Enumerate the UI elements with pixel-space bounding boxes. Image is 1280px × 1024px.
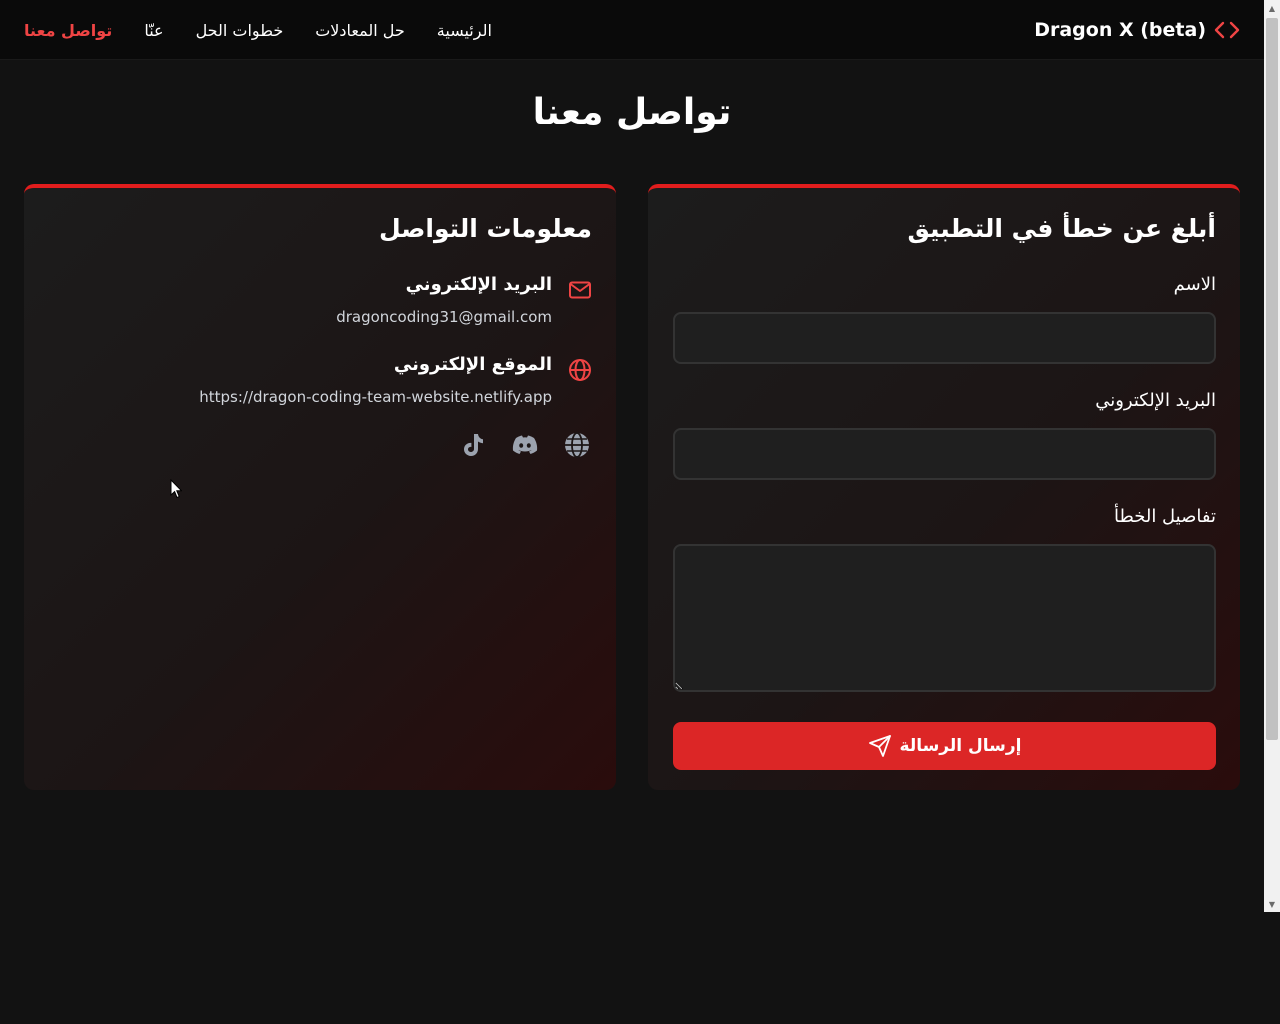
email-info: البريد الإلكتروني dragoncoding31@gmail.c… [48,274,592,334]
website-info: الموقع الإلكتروني https://dragon-coding-… [48,354,592,414]
contact-info-card: معلومات التواصل البريد الإلكتروني dragon… [24,184,616,790]
report-form-title: أبلغ عن خطأ في التطبيق [907,214,1216,243]
website-label: الموقع الإلكتروني [393,354,552,375]
discord-icon[interactable] [510,430,540,460]
page-title: تواصل معنا [532,92,732,133]
nav-item-contact[interactable]: تواصل معنا [24,21,112,40]
website-value[interactable]: https://dragon-coding-team-website.netli… [199,388,552,406]
nav-item-home[interactable]: الرئيسية [437,21,492,40]
send-icon [868,735,891,757]
nav-item-solve-equations[interactable]: حل المعادلات [315,21,405,40]
name-input[interactable] [673,312,1216,364]
contact-info-title: معلومات التواصل [378,214,592,243]
scrollbar-thumb[interactable] [1266,18,1278,740]
nav-links: الرئيسية حل المعادلات خطوات الحل عنّا تو… [24,0,492,60]
tiktok-icon[interactable] [458,430,488,460]
nav-item-about[interactable]: عنّا [144,21,163,40]
scroll-down-arrow-icon[interactable]: ▼ [1264,896,1280,912]
page-scrollbar[interactable]: ▲ ▼ [1264,0,1280,912]
email-value[interactable]: dragoncoding31@gmail.com [336,308,552,326]
submit-label: إرسال الرسالة [899,736,1022,756]
mouse-cursor-icon [170,479,182,499]
mail-icon [569,281,591,299]
page: Dragon X (beta) الرئيسية حل المعادلات خط… [0,0,1264,1024]
email-input[interactable] [673,428,1216,480]
nav-item-solution-steps[interactable]: خطوات الحل [196,21,284,40]
submit-button[interactable]: إرسال الرسالة [673,722,1216,770]
details-label: تفاصيل الخطأ [1113,506,1216,527]
globe-icon[interactable] [562,430,592,460]
email-label: البريد الإلكتروني [405,274,552,295]
brand-name: Dragon X (beta) [1034,19,1206,41]
email-field-label: البريد الإلكتروني [1095,390,1216,411]
social-links [458,430,592,460]
code-brackets-icon [1214,21,1240,39]
report-bug-card: أبلغ عن خطأ في التطبيق الاسم البريد الإل… [648,184,1240,790]
globe-icon [569,359,591,381]
name-label: الاسم [1173,274,1216,295]
scroll-up-arrow-icon[interactable]: ▲ [1264,0,1280,16]
brand-logo[interactable]: Dragon X (beta) [1034,0,1240,60]
bug-details-textarea[interactable] [673,544,1216,692]
navbar: Dragon X (beta) الرئيسية حل المعادلات خط… [0,0,1264,60]
